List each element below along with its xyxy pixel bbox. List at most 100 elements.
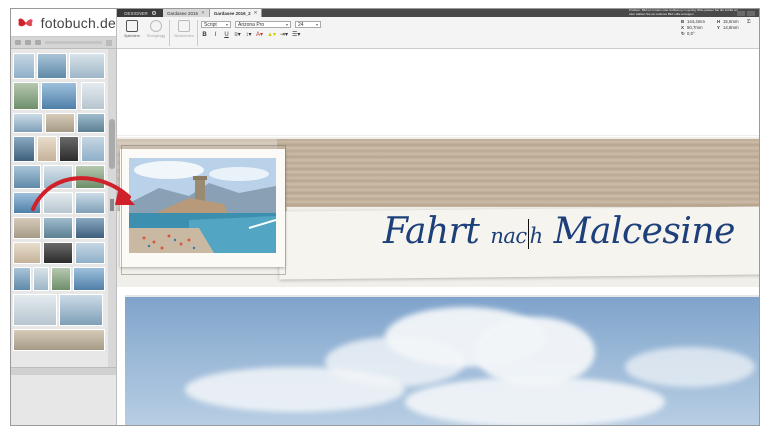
logo-text: fotobuch.de (40, 14, 116, 31)
window-controls (737, 9, 755, 17)
hint-text: Problem: Bild ist zu klein oder Auflösun… (629, 8, 738, 16)
chevron-down-icon: ▾ (285, 22, 288, 27)
scrollbar-thumb[interactable] (109, 119, 115, 169)
title-word-small: h (529, 224, 544, 248)
y-value[interactable]: 14,8mm (723, 25, 745, 30)
photo-frame-malcesine[interactable] (120, 149, 285, 267)
rotation-value[interactable]: 0,0° (687, 31, 715, 37)
designer-tab[interactable]: DESIGNER (117, 9, 163, 17)
photo-thumbnail[interactable] (81, 82, 105, 110)
toolbar-divider (197, 20, 198, 46)
photo-thumbnail[interactable] (75, 165, 105, 189)
photo-thumbnail[interactable] (75, 217, 105, 239)
photo-thumbnail[interactable] (59, 136, 79, 162)
close-tab-icon[interactable]: ✕ (201, 10, 205, 16)
photo-thumbnail[interactable] (13, 192, 41, 214)
rotate-icon: ↻ (681, 31, 685, 36)
photo-thumbnail[interactable] (13, 113, 43, 133)
photo-thumbnail[interactable] (43, 217, 73, 239)
page-canvas[interactable]: Fahrt nac h Malcesine (117, 49, 759, 425)
indent-icon[interactable]: ⇥▾ (280, 31, 288, 38)
photo-thumbnail[interactable] (73, 267, 105, 291)
font-select[interactable]: Arizona Pro ▾ (235, 21, 291, 28)
photo-thumbnail[interactable] (43, 242, 73, 264)
highlight-icon[interactable]: ▲▾ (267, 31, 276, 38)
position-readout: B 144,4mm H 15,5mm ⚿ X 50,7mm Y 14,8mm ↻… (681, 19, 751, 37)
view-icon[interactable] (15, 40, 21, 45)
photo-thumbnail[interactable] (13, 82, 39, 110)
tab-gardasee-2016[interactable]: Gardasee 2016 ✕ (163, 9, 210, 17)
undo-icon (150, 20, 162, 32)
wood-texture (277, 139, 759, 207)
panel-resize-handle[interactable] (110, 199, 114, 211)
photo-thumbnail[interactable] (75, 192, 105, 214)
photo-thumbnail[interactable] (81, 136, 105, 162)
photo-thumbnail[interactable] (45, 113, 75, 133)
photo-thumbnail[interactable] (77, 113, 105, 133)
save-button[interactable]: Speichern (121, 20, 143, 46)
photo-thumbnail[interactable] (43, 165, 73, 189)
style-select[interactable]: Script ▾ (201, 21, 231, 28)
title-text-box[interactable]: Fahrt nac h Malcesine (383, 211, 735, 252)
photo-thumbnail[interactable] (75, 242, 105, 264)
sort-icon[interactable] (25, 40, 31, 45)
height-value[interactable]: 15,5mm (723, 19, 745, 24)
sidebar-scrollbar[interactable] (108, 49, 116, 369)
chevron-down-icon: ▾ (315, 22, 318, 27)
photo-thumbnail[interactable] (13, 329, 105, 351)
undo-button[interactable]: Rückgängig (145, 20, 167, 46)
photo-thumbnail[interactable] (13, 242, 41, 264)
photo-sidebar: fotobuch.de (11, 9, 117, 425)
photo-thumbnail[interactable] (43, 192, 73, 214)
close-panel-icon[interactable] (106, 39, 112, 46)
malcesine-photo (129, 158, 276, 253)
redo-label: Wiederholen (174, 34, 194, 38)
photo-thumbnail[interactable] (37, 136, 57, 162)
tab-label: Gardasee 2016 (167, 10, 199, 16)
photo-thumbnail[interactable] (13, 294, 57, 326)
x-value[interactable]: 50,7mm (687, 25, 715, 30)
photo-thumbnail[interactable] (41, 82, 77, 110)
filter-icon[interactable] (35, 40, 41, 45)
size-select[interactable]: 24 ▾ (295, 21, 321, 28)
italic-button[interactable]: I (212, 31, 219, 38)
tab-gardasee-2016-2[interactable]: Gardasee 2016_2 ✕ (209, 9, 263, 17)
photo-thumbnail[interactable] (13, 267, 31, 291)
style-select-value: Script (204, 21, 217, 28)
upper-page-area (117, 49, 759, 136)
close-tab-icon[interactable]: ✕ (254, 10, 258, 16)
photo-thumbnail[interactable] (13, 217, 41, 239)
photo-thumbnail[interactable] (59, 294, 103, 326)
spacing-icon[interactable]: ↕▾ (245, 31, 252, 38)
size-select-value: 24 (298, 21, 304, 28)
toolbar-divider (169, 20, 170, 46)
underline-button[interactable]: U (223, 31, 230, 38)
maximize-icon[interactable] (747, 10, 755, 16)
photo-thumbnail[interactable] (33, 267, 49, 291)
text-color-icon[interactable]: A▾ (256, 31, 263, 38)
lock-icon[interactable]: ⚿ (747, 19, 751, 24)
redo-button[interactable]: Wiederholen (173, 20, 195, 46)
photo-thumbnail[interactable] (13, 53, 35, 79)
title-word: Malcesine (553, 211, 736, 252)
width-value[interactable]: 144,4mm (687, 19, 715, 24)
x-label: X (681, 25, 684, 30)
width-label: B (681, 19, 685, 24)
font-controls: Script ▾ Arizona Pro ▾ 24 ▾ (201, 21, 321, 28)
height-label: H (717, 19, 721, 24)
minimize-icon[interactable] (737, 10, 745, 16)
photo-thumbnail[interactable] (13, 136, 35, 162)
gear-icon[interactable] (151, 11, 156, 15)
align-icon[interactable]: ≡▾ (234, 31, 241, 38)
bold-button[interactable]: B (201, 31, 208, 38)
sidebar-footer (11, 367, 116, 375)
photo-thumbnail[interactable] (69, 53, 105, 79)
zoom-slider[interactable] (45, 41, 102, 44)
photo-thumbnail[interactable] (13, 165, 41, 189)
list-icon[interactable]: ☰▾ (292, 31, 300, 38)
sky-photo[interactable] (125, 295, 759, 425)
font-select-value: Arizona Pro (238, 21, 265, 28)
photo-thumbnail-grid (11, 49, 107, 369)
photo-thumbnail[interactable] (51, 267, 71, 291)
photo-thumbnail[interactable] (37, 53, 67, 79)
